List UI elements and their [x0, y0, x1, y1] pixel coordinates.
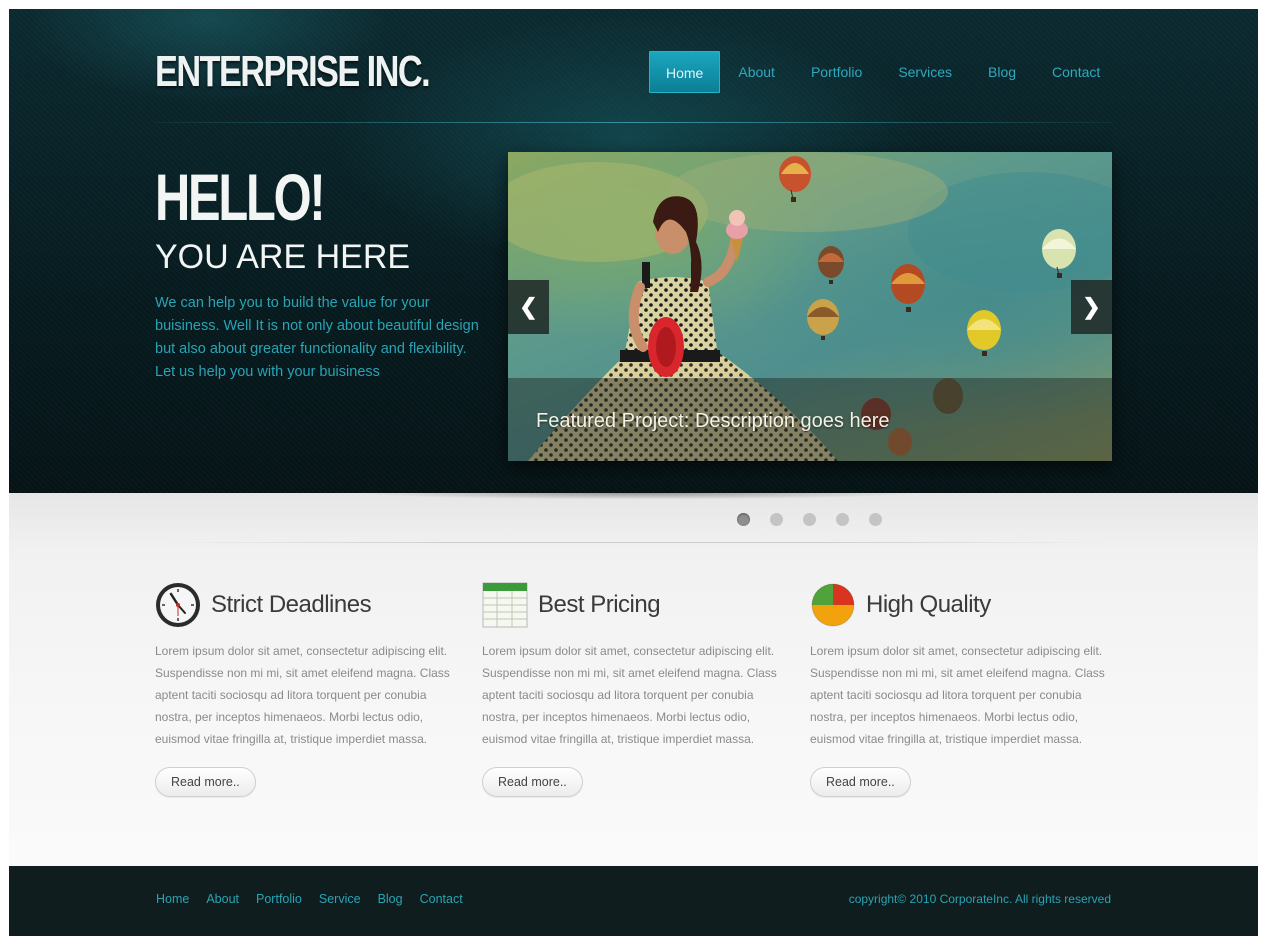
hero-headline: HELLO!: [155, 160, 326, 234]
slider-dot-5[interactable]: [869, 513, 882, 526]
chevron-left-icon: ❮: [519, 294, 538, 319]
main-nav: Home About Portfolio Services Blog Conta…: [649, 51, 1118, 93]
nav-about[interactable]: About: [720, 51, 793, 93]
feature-title: Best Pricing: [538, 591, 661, 618]
footer-link-service[interactable]: Service: [319, 892, 361, 906]
nav-blog[interactable]: Blog: [970, 51, 1034, 93]
slider-pagination: [737, 513, 882, 526]
page: ENTERPRISE INC. Home About Portfolio Ser…: [9, 9, 1258, 936]
footer-link-contact[interactable]: Contact: [420, 892, 463, 906]
content-section: Strict Deadlines Lorem ipsum dolor sit a…: [9, 493, 1258, 866]
slider-dot-1[interactable]: [737, 513, 750, 526]
feature-title: High Quality: [866, 591, 991, 618]
footer-link-portfolio[interactable]: Portfolio: [256, 892, 302, 906]
hero-drop-shadow: [289, 493, 989, 503]
hero-section: ENTERPRISE INC. Home About Portfolio Ser…: [9, 9, 1258, 493]
feature-header: Best Pricing: [482, 582, 782, 628]
nav-portfolio[interactable]: Portfolio: [793, 51, 880, 93]
feature-header: Strict Deadlines: [155, 582, 455, 628]
pie-chart-icon: [811, 583, 855, 627]
read-more-button[interactable]: Read more..: [155, 767, 256, 797]
footer-link-blog[interactable]: Blog: [378, 892, 403, 906]
slider-next-button[interactable]: ❯: [1071, 280, 1112, 334]
footer: Home About Portfolio Service Blog Contac…: [9, 866, 1258, 936]
slider-prev-button[interactable]: ❮: [508, 280, 549, 334]
slider-dot-4[interactable]: [836, 513, 849, 526]
feature-high-quality: High Quality Lorem ipsum dolor sit amet,…: [810, 582, 1110, 797]
chevron-right-icon: ❯: [1082, 294, 1101, 319]
slider-caption: Featured Project: Description goes here: [536, 410, 890, 432]
hero-divider: [155, 122, 1113, 123]
nav-services[interactable]: Services: [880, 51, 970, 93]
feature-header: High Quality: [810, 582, 1110, 628]
footer-link-home[interactable]: Home: [156, 892, 189, 906]
footer-nav: Home About Portfolio Service Blog Contac…: [156, 892, 463, 906]
read-more-button[interactable]: Read more..: [810, 767, 911, 797]
feature-text: Lorem ipsum dolor sit amet, consectetur …: [482, 644, 777, 746]
feature-title: Strict Deadlines: [211, 591, 372, 618]
content-divider: [159, 542, 1109, 543]
hero-intro-text: We can help you to build the value for y…: [155, 295, 479, 380]
slider-dot-3[interactable]: [803, 513, 816, 526]
footer-link-about[interactable]: About: [206, 892, 239, 906]
feature-strict-deadlines: Strict Deadlines Lorem ipsum dolor sit a…: [155, 582, 455, 797]
copyright-text: copyright© 2010 CorporateInc. All rights…: [848, 892, 1111, 906]
slider-dot-2[interactable]: [770, 513, 783, 526]
nav-contact[interactable]: Contact: [1034, 51, 1118, 93]
feature-text: Lorem ipsum dolor sit amet, consectetur …: [810, 644, 1105, 746]
nav-home[interactable]: Home: [649, 51, 721, 93]
spreadsheet-icon: [482, 582, 528, 628]
featured-slider[interactable]: Featured Project: Description goes here …: [508, 152, 1112, 461]
hero-subheadline: YOU ARE HERE: [155, 238, 411, 276]
site-logo[interactable]: ENTERPRISE INC.: [155, 47, 431, 97]
feature-text: Lorem ipsum dolor sit amet, consectetur …: [155, 644, 450, 746]
feature-best-pricing: Best Pricing Lorem ipsum dolor sit amet,…: [482, 582, 782, 797]
read-more-button[interactable]: Read more..: [482, 767, 583, 797]
clock-icon: [156, 583, 200, 627]
